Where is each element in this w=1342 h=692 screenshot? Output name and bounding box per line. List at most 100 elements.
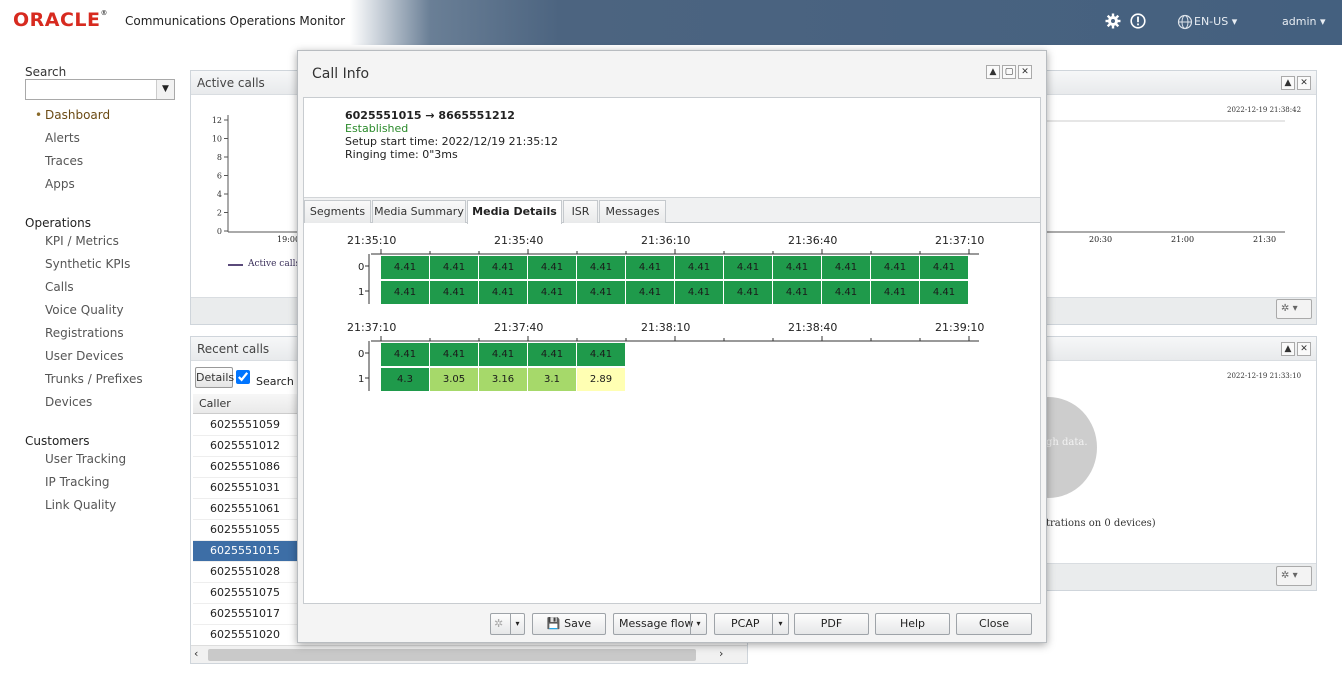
- call-summary: 6025551015 → 8665551212 Established Setu…: [304, 98, 1040, 198]
- tab-messages[interactable]: Messages: [599, 200, 666, 223]
- mos-cell[interactable]: 3.1: [528, 368, 576, 391]
- help-button[interactable]: Help: [875, 613, 950, 635]
- mos-cell[interactable]: 4.41: [822, 256, 870, 279]
- tab-media-details[interactable]: Media Details: [467, 200, 562, 224]
- mos-cell[interactable]: 4.41: [528, 343, 576, 366]
- table-row[interactable]: 6025551012: [193, 436, 297, 457]
- x-tick-label: 21:00: [1171, 235, 1195, 244]
- mos-cell[interactable]: 4.41: [871, 281, 919, 304]
- close-button[interactable]: Close: [956, 613, 1032, 635]
- mos-cell[interactable]: 4.41: [920, 256, 968, 279]
- table-row[interactable]: 6025551086: [193, 457, 297, 478]
- mos-cell[interactable]: 4.41: [773, 281, 821, 304]
- minimize-icon[interactable]: ▲: [1281, 76, 1295, 90]
- mos-cell[interactable]: 4.41: [577, 281, 625, 304]
- table-row[interactable]: 6025551020: [193, 625, 297, 646]
- mos-cell[interactable]: 4.41: [430, 256, 478, 279]
- chart-timestamp: 2022-12-19 21:33:10: [1227, 372, 1302, 380]
- mos-cell[interactable]: 4.41: [626, 281, 674, 304]
- mos-cell[interactable]: 4.41: [724, 256, 772, 279]
- table-row[interactable]: 6025551028: [193, 562, 297, 583]
- gear-icon[interactable]: [1105, 13, 1121, 33]
- mos-cell[interactable]: 2.89: [577, 368, 625, 391]
- close-icon[interactable]: ✕: [1297, 76, 1311, 90]
- search-dropdown-button[interactable]: ▼: [156, 80, 174, 99]
- mos-cell[interactable]: 4.41: [528, 256, 576, 279]
- maximize-icon[interactable]: ▢: [1002, 65, 1016, 79]
- scrollbar-thumb[interactable]: [208, 649, 696, 661]
- media-details-panel: 21:35:10 21:35:40 21:36:10 21:36:40 21:37:10…: [304, 224, 1040, 603]
- nav-link-quality[interactable]: Link Quality: [45, 498, 116, 512]
- nav-voice-quality[interactable]: Voice Quality: [45, 303, 124, 317]
- mos-cell[interactable]: 4.41: [430, 281, 478, 304]
- nav-user-tracking[interactable]: User Tracking: [45, 452, 126, 466]
- mos-cell[interactable]: 4.41: [577, 343, 625, 366]
- nav-synthetic-kpis[interactable]: Synthetic KPIs: [45, 257, 130, 271]
- nav-apps[interactable]: Apps: [45, 177, 75, 191]
- mos-cell[interactable]: 4.41: [479, 256, 527, 279]
- mos-cell[interactable]: 4.41: [920, 281, 968, 304]
- horizontal-scrollbar[interactable]: ‹ ›: [191, 645, 747, 663]
- mos-cell[interactable]: 4.41: [381, 256, 429, 279]
- language-selector[interactable]: EN-US ▾: [1178, 15, 1237, 28]
- table-row[interactable]: 6025551017: [193, 604, 297, 625]
- table-row[interactable]: 6025551075: [193, 583, 297, 604]
- mos-cell[interactable]: 4.41: [381, 343, 429, 366]
- mos-cell[interactable]: 4.3: [381, 368, 429, 391]
- mos-cell[interactable]: 4.41: [381, 281, 429, 304]
- close-icon[interactable]: ✕: [1297, 342, 1311, 356]
- table-row[interactable]: 6025551055: [193, 520, 297, 541]
- portlet-settings-button[interactable]: ✲ ▾: [1276, 299, 1312, 319]
- nav-trunks-prefixes[interactable]: Trunks / Prefixes: [45, 372, 143, 386]
- nav-devices[interactable]: Devices: [45, 395, 92, 409]
- nav-registrations[interactable]: Registrations: [45, 326, 124, 340]
- mos-cell[interactable]: 4.41: [528, 281, 576, 304]
- mos-cell[interactable]: 4.41: [479, 343, 527, 366]
- tab-isr[interactable]: ISR: [563, 200, 598, 223]
- mos-cell[interactable]: 4.41: [577, 256, 625, 279]
- minimize-icon[interactable]: ▲: [1281, 342, 1295, 356]
- dialog-settings-button[interactable]: ✲ ▾: [490, 613, 525, 635]
- mos-cell[interactable]: 4.41: [724, 281, 772, 304]
- nav-dashboard[interactable]: Dashboard: [45, 108, 110, 122]
- mos-cell[interactable]: 4.41: [675, 281, 723, 304]
- portlet-header: [1041, 337, 1316, 361]
- table-row[interactable]: 6025551031: [193, 478, 297, 499]
- mos-cell[interactable]: 4.41: [822, 281, 870, 304]
- nav-user-devices[interactable]: User Devices: [45, 349, 123, 363]
- minimize-icon[interactable]: ▲: [986, 65, 1000, 79]
- save-button[interactable]: 💾 Save: [532, 613, 606, 635]
- nav-traces[interactable]: Traces: [45, 154, 83, 168]
- mos-cell[interactable]: 4.41: [773, 256, 821, 279]
- scroll-left-icon[interactable]: ‹: [194, 647, 198, 660]
- nav-alerts[interactable]: Alerts: [45, 131, 80, 145]
- nav-kpi-metrics[interactable]: KPI / Metrics: [45, 234, 119, 248]
- search-checkbox[interactable]: [236, 370, 250, 384]
- mos-cell[interactable]: 4.41: [871, 256, 919, 279]
- close-icon[interactable]: ✕: [1018, 65, 1032, 79]
- table-row[interactable]: 6025551015: [193, 541, 297, 562]
- portlet-settings-button[interactable]: ✲ ▾: [1276, 566, 1312, 586]
- table-row[interactable]: 6025551059: [193, 415, 297, 436]
- mos-cell[interactable]: 3.05: [430, 368, 478, 391]
- mos-cell[interactable]: 3.16: [479, 368, 527, 391]
- tab-segments[interactable]: Segments: [304, 200, 371, 223]
- mos-cell[interactable]: 4.41: [626, 256, 674, 279]
- search-input[interactable]: [25, 79, 175, 100]
- mos-cell[interactable]: 4.41: [479, 281, 527, 304]
- y-tick-label: 2: [217, 209, 222, 218]
- tab-media-summary[interactable]: Media Summary: [372, 200, 466, 223]
- table-row[interactable]: 6025551061: [193, 499, 297, 520]
- details-button[interactable]: Details: [195, 367, 234, 388]
- nav-ip-tracking[interactable]: IP Tracking: [45, 475, 110, 489]
- nav-calls[interactable]: Calls: [45, 280, 74, 294]
- message-flow-button[interactable]: Message flow ▾: [613, 613, 707, 635]
- user-menu[interactable]: admin ▾: [1282, 15, 1326, 28]
- mos-cell[interactable]: 4.41: [675, 256, 723, 279]
- alert-icon[interactable]: [1130, 13, 1146, 33]
- mos-cell[interactable]: 4.41: [430, 343, 478, 366]
- scroll-right-icon[interactable]: ›: [719, 647, 723, 660]
- caller-column-header[interactable]: Caller: [193, 394, 297, 414]
- pdf-button[interactable]: PDF: [794, 613, 869, 635]
- pcap-button[interactable]: PCAP ▾: [714, 613, 789, 635]
